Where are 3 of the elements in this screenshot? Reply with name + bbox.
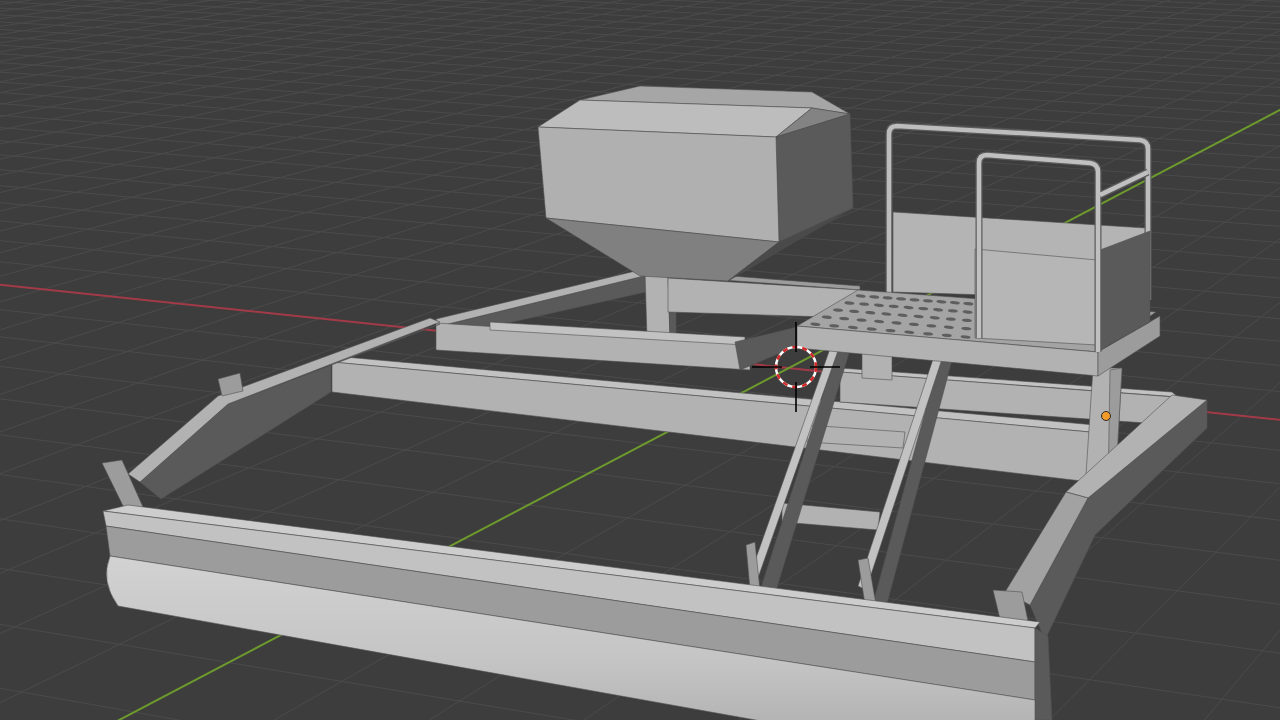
origin-dot-icon xyxy=(1101,411,1111,421)
mount-tab xyxy=(217,372,244,397)
3d-cursor-icon xyxy=(751,321,841,413)
